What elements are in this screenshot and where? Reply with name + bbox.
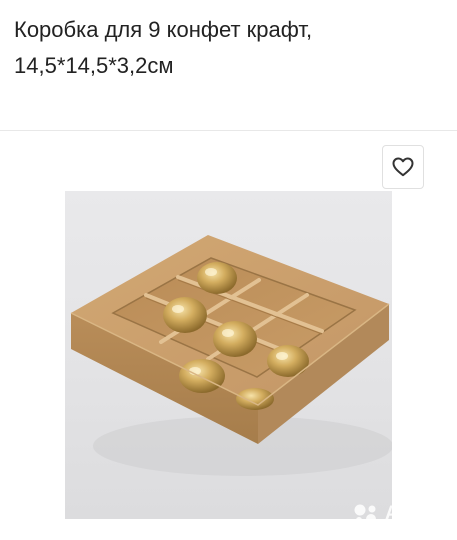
watermark-text: Avito <box>385 503 434 524</box>
heart-icon <box>392 157 414 177</box>
candy-box-image <box>70 235 392 476</box>
favorite-button[interactable] <box>382 145 424 189</box>
avito-watermark: Avito <box>352 503 433 525</box>
bottom-spacer <box>0 528 457 540</box>
listing-title: Коробка для 9 конфет крафт, 14,5*14,5*3,… <box>14 17 313 78</box>
product-photo[interactable] <box>65 191 392 519</box>
title-divider <box>0 130 457 131</box>
avito-logo-icon <box>354 504 376 524</box>
